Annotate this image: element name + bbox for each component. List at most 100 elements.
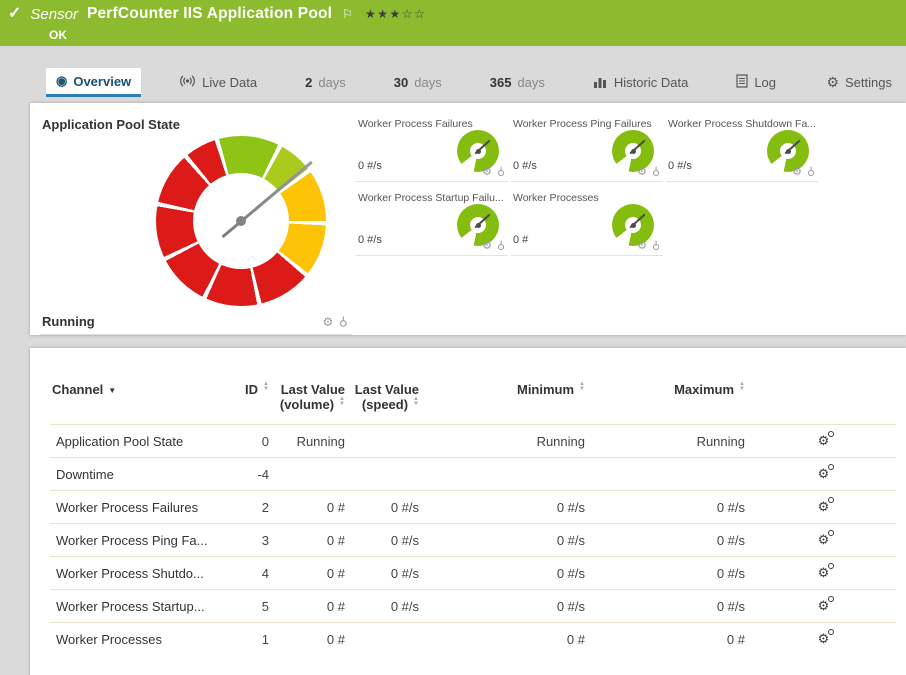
id-cell: 3: [225, 524, 275, 557]
channel-cell: Worker Process Shutdo...: [50, 557, 225, 590]
tab-overview[interactable]: ◉ Overview: [46, 68, 141, 97]
tab-30-days-number: 30: [394, 75, 408, 90]
star-filled-icon[interactable]: ★: [389, 7, 401, 21]
maximum-cell: 0 #/s: [591, 590, 751, 623]
gauge-gear-icon[interactable]: ⚙: [637, 165, 647, 178]
mini-gauge-tile-worker-process-ping-failures: Worker Process Ping Failures 0 #/s ⚙⚲: [511, 116, 663, 182]
gauge-pin-icon[interactable]: ⚲: [807, 165, 815, 178]
maximum-cell: 0 #/s: [591, 524, 751, 557]
column-header-last-value-speed[interactable]: Last Value (speed)▲▼: [351, 378, 425, 425]
maximum-cell: Running: [591, 425, 751, 458]
tab-log[interactable]: Log: [726, 68, 786, 97]
last-volume-cell: 0 #: [275, 491, 351, 524]
tab-settings-label: Settings: [845, 75, 892, 90]
table-row: Application Pool State 0 Running Running…: [50, 425, 896, 458]
table-row: Worker Process Ping Fa... 3 0 # 0 #/s 0 …: [50, 524, 896, 557]
sort-desc-icon: ▼: [413, 402, 419, 407]
column-header-last-value-volume[interactable]: Last Value (volume)▲▼: [275, 378, 351, 425]
priority-stars[interactable]: ★★★☆☆: [365, 7, 426, 21]
gauge-gear-icon[interactable]: ⚙: [482, 239, 492, 252]
sort-desc-icon: ▼: [579, 387, 585, 392]
tab-historic-data[interactable]: Historic Data: [583, 68, 698, 97]
sensor-header-line: ✓ Sensor PerfCounter IIS Application Poo…: [8, 5, 898, 23]
status-check-icon: ✓: [8, 6, 21, 22]
mini-gauge-value: 0 #/s: [358, 160, 382, 172]
table-header-row: Channel▼ ID▲▼ Last Value (volume)▲▼ Last…: [50, 378, 896, 425]
overview-panel: Application Pool State Running ⚙ ⚲ Worke…: [30, 103, 906, 335]
gauge-pin-icon[interactable]: ⚲: [652, 165, 660, 178]
gauge-gear-icon[interactable]: ⚙: [637, 239, 647, 252]
star-empty-icon[interactable]: ☆: [402, 7, 414, 21]
mini-gauge-tile-worker-process-failures: Worker Process Failures 0 #/s ⚙⚲: [356, 116, 508, 182]
last-speed-cell: 0 #/s: [351, 524, 425, 557]
tab-2-days[interactable]: 2 days: [295, 68, 356, 97]
column-header-id[interactable]: ID▲▼: [225, 378, 275, 425]
channel-settings-icon[interactable]: ⚙: [818, 466, 830, 482]
last-volume-cell: Running: [275, 425, 351, 458]
channel-settings-icon[interactable]: ⚙: [818, 631, 830, 647]
gauge-needle: [221, 161, 313, 239]
star-empty-icon[interactable]: ☆: [414, 7, 426, 21]
gauge-pin-icon[interactable]: ⚲: [339, 315, 348, 329]
channel-settings-icon[interactable]: ⚙: [818, 433, 830, 449]
sort-icons[interactable]: ▲▼: [263, 382, 269, 392]
channel-cell: Application Pool State: [50, 425, 225, 458]
column-header-minimum[interactable]: Minimum▲▼: [425, 378, 591, 425]
channel-settings-icon[interactable]: ⚙: [818, 598, 830, 614]
gauge-pin-icon[interactable]: ⚲: [652, 239, 660, 252]
main-gauge-section: Application Pool State Running ⚙ ⚲: [40, 111, 352, 335]
tab-live-data[interactable]: Live Data: [169, 68, 267, 97]
gauge-hub: [631, 223, 636, 228]
id-cell: 2: [225, 491, 275, 524]
tab-30-days[interactable]: 30 days: [384, 68, 452, 97]
id-cell: -4: [225, 458, 275, 491]
channel-cell: Worker Process Startup...: [50, 590, 225, 623]
channel-cell: Worker Process Failures: [50, 491, 225, 524]
gauge-pin-icon[interactable]: ⚲: [497, 165, 505, 178]
mini-gauge-title: Worker Process Ping Failures: [511, 116, 663, 130]
column-header-maximum[interactable]: Maximum▲▼: [591, 378, 751, 425]
gauge-pin-icon[interactable]: ⚲: [497, 239, 505, 252]
id-cell: 0: [225, 425, 275, 458]
column-header-channel[interactable]: Channel▼: [50, 378, 225, 425]
tab-365-days-number: 365: [490, 75, 512, 90]
mini-gauge-title: Worker Process Shutdown Fa...: [666, 116, 818, 130]
channel-settings-icon[interactable]: ⚙: [818, 565, 830, 581]
overview-icon: ◉: [56, 73, 67, 89]
main-gauge-value: Running: [42, 314, 95, 329]
sort-icons[interactable]: ▲▼: [579, 382, 585, 392]
tab-settings[interactable]: ⚙ Settings: [816, 68, 902, 97]
last-speed-cell: 0 #/s: [351, 590, 425, 623]
mini-gauge-actions: ⚙⚲: [482, 165, 505, 178]
channel-settings-icon[interactable]: ⚙: [818, 532, 830, 548]
gauge-hub: [236, 216, 246, 226]
sensor-status-badge: OK: [49, 28, 67, 42]
main-gauge-actions: ⚙ ⚲: [322, 315, 348, 329]
tab-2-days-number: 2: [305, 75, 312, 90]
last-speed-cell: [351, 425, 425, 458]
mini-gauge-actions: ⚙⚲: [792, 165, 815, 178]
sort-icons[interactable]: ▲▼: [739, 382, 745, 392]
gauge-gear-icon[interactable]: ⚙: [792, 165, 802, 178]
gauge-gear-icon[interactable]: ⚙: [322, 315, 333, 329]
mini-gauge-tile-worker-process-startup-failures: Worker Process Startup Failu... 0 #/s ⚙⚲: [356, 190, 508, 256]
star-filled-icon[interactable]: ★: [377, 7, 389, 21]
flag-icon[interactable]: ⚐: [342, 7, 353, 21]
gauge-gear-icon[interactable]: ⚙: [482, 165, 492, 178]
maximum-cell: 0 #/s: [591, 557, 751, 590]
log-icon: [736, 74, 748, 91]
channel-cell: Downtime: [50, 458, 225, 491]
mini-gauge-value: 0 #: [513, 234, 528, 246]
last-volume-cell: 0 #: [275, 623, 351, 656]
sort-icons[interactable]: ▲▼: [413, 397, 419, 407]
channel-cell: Worker Processes: [50, 623, 225, 656]
maximum-cell: [591, 458, 751, 491]
tab-365-days[interactable]: 365 days: [480, 68, 555, 97]
star-filled-icon[interactable]: ★: [365, 7, 377, 21]
last-speed-cell: [351, 458, 425, 491]
tab-365-days-label: days: [517, 75, 544, 90]
sort-icons[interactable]: ▲▼: [339, 397, 345, 407]
sensor-header: ✓ Sensor PerfCounter IIS Application Poo…: [0, 0, 906, 46]
channel-settings-icon[interactable]: ⚙: [818, 499, 830, 515]
sort-desc-icon: ▼: [263, 387, 269, 392]
